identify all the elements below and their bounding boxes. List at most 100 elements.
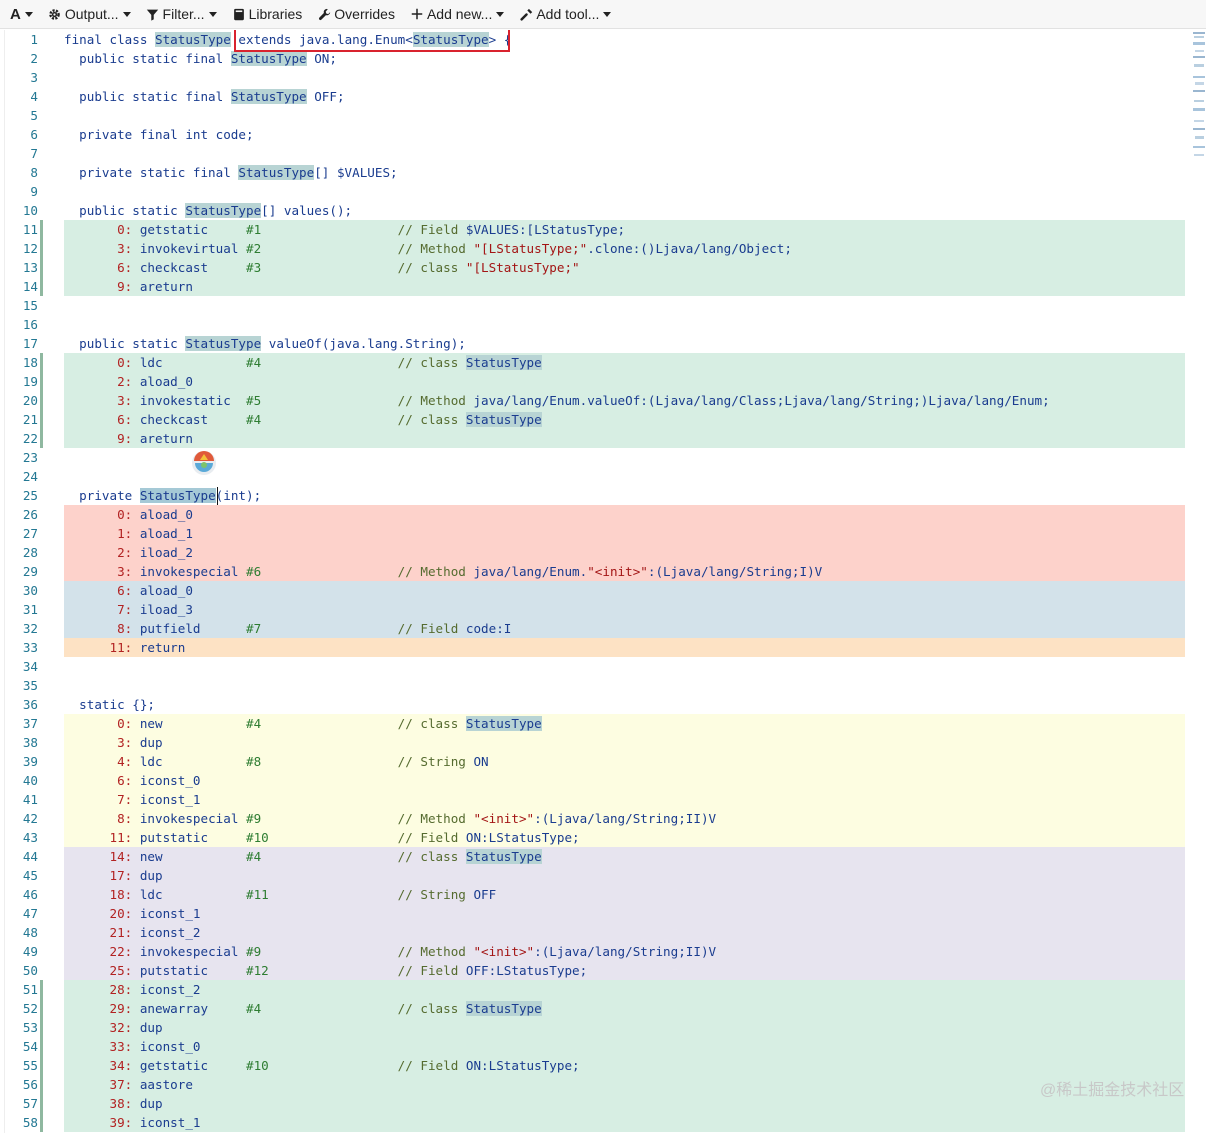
code-token: iconst_0 <box>139 1039 201 1054</box>
code-token: ldc <box>139 754 246 769</box>
code-text: 3: invokevirtual #2 // Method "[LStatusT… <box>64 239 792 258</box>
gutter-marker <box>40 1113 43 1132</box>
code-line: 38 3: dup <box>0 733 1190 752</box>
filter-menu-button[interactable]: Filter... <box>146 6 217 22</box>
line-number: 24 <box>22 469 38 484</box>
code-line: 43 11: putstatic #10 // Field ON:LStatus… <box>0 828 1190 847</box>
output-menu-button[interactable]: Output... <box>48 6 131 22</box>
line-number: 25 <box>22 488 38 503</box>
code-token: // class <box>397 412 466 427</box>
code-text: 11: putstatic #10 // Field ON:LStatusTyp… <box>64 828 579 847</box>
code-token: // Field <box>397 621 466 636</box>
code-token: invokespecial <box>139 811 246 826</box>
code-token: #4 <box>245 849 269 864</box>
font-menu-button[interactable]: A <box>10 6 33 23</box>
code-editor[interactable]: 1 final class StatusType extends java.lan… <box>0 30 1206 1133</box>
code-text: 3: invokespecial #6 // Method java/lang/… <box>64 562 822 581</box>
code-token: iconst_1 <box>139 1115 201 1130</box>
text-cursor <box>217 487 218 505</box>
code-text: 3: invokestatic #5 // Method java/lang/E… <box>64 391 1050 410</box>
code-line: 58 39: iconst_1 <box>0 1113 1190 1132</box>
line-number: 28 <box>22 545 38 560</box>
line-number: 26 <box>22 507 38 522</box>
code-token: return <box>139 640 186 655</box>
code-token: public static <box>64 336 186 351</box>
code-line: 1 final class StatusType extends java.lan… <box>0 30 1190 49</box>
code-token: dup <box>139 735 163 750</box>
line-number: 7 <box>30 146 38 161</box>
gutter-marker <box>40 277 43 296</box>
code-text: 3: dup <box>64 733 163 752</box>
code-token: 21: <box>64 925 140 940</box>
line-highlight <box>64 638 1185 657</box>
line-number: 6 <box>30 127 38 142</box>
code-text: 9: areturn <box>64 277 193 296</box>
code-text: 0: ldc #4 // class StatusType <box>64 353 542 372</box>
code-token: iload_3 <box>139 602 193 617</box>
code-token: 9: <box>64 431 140 446</box>
minimap[interactable] <box>1192 30 1206 160</box>
gear-icon <box>48 7 62 21</box>
code-line: 54 33: iconst_0 <box>0 1037 1190 1056</box>
add-tool-menu-button[interactable]: Add tool... <box>519 6 612 22</box>
line-number: 32 <box>22 621 38 636</box>
code-line: 21 6: checkcast #4 // class StatusType <box>0 410 1190 429</box>
code-token: [] $VALUES; <box>314 165 398 180</box>
code-token: // Method <box>397 811 474 826</box>
line-highlight <box>64 505 1185 524</box>
line-number: 21 <box>22 412 38 427</box>
code-token: 4: <box>64 754 140 769</box>
gutter-marker <box>40 410 43 429</box>
gutter-marker <box>40 1094 43 1113</box>
code-token: .clone:()Ljava/lang/Object; <box>587 241 792 256</box>
plus-icon <box>410 7 424 21</box>
overrides-button[interactable]: Overrides <box>317 6 395 22</box>
code-text: 0: getstatic #1 // Field $VALUES:[LStatu… <box>64 220 625 239</box>
code-token: aload_0 <box>139 374 193 389</box>
font-icon: A <box>10 5 21 23</box>
code-token: final class <box>64 32 155 47</box>
code-token: ON <box>473 754 489 769</box>
code-token: StatusType <box>238 165 315 180</box>
code-token: // Method <box>397 241 474 256</box>
line-highlight <box>64 543 1185 562</box>
code-token: public static final <box>64 51 231 66</box>
code-text: public static StatusType valueOf(java.la… <box>64 334 466 353</box>
code-token: // class <box>397 260 466 275</box>
line-number: 53 <box>22 1020 38 1035</box>
code-text: 37: aastore <box>64 1075 192 1094</box>
code-text: 11: return <box>64 638 185 657</box>
add-new-menu-button[interactable]: Add new... <box>410 6 505 22</box>
code-token: java/lang/Enum. <box>473 564 588 579</box>
code-text: 39: iconst_1 <box>64 1113 201 1132</box>
output-label: Output... <box>64 6 119 22</box>
line-number: 37 <box>22 716 38 731</box>
line-highlight <box>64 372 1185 391</box>
line-number: 35 <box>22 678 38 693</box>
code-token: private <box>64 488 140 503</box>
caret-down-icon <box>122 12 131 17</box>
code-token: anewarray <box>139 1001 246 1016</box>
line-highlight <box>64 923 1185 942</box>
libraries-button[interactable]: Libraries <box>232 6 302 22</box>
code-line: 36 static {}; <box>0 695 1190 714</box>
code-token: java/lang/Enum.valueOf:(Ljava/lang/Class… <box>473 393 1050 408</box>
code-token: 18: <box>64 887 140 902</box>
code-line: 28 2: iload_2 <box>0 543 1190 562</box>
line-number: 49 <box>22 944 38 959</box>
code-token: 1: <box>64 526 140 541</box>
line-highlight <box>64 581 1185 600</box>
caret-down-icon <box>208 12 217 17</box>
line-highlight <box>64 980 1185 999</box>
code-token: 32: <box>64 1020 140 1035</box>
code-line: 6 private final int code; <box>0 125 1190 144</box>
code-token: StatusType <box>230 89 307 104</box>
line-number: 31 <box>22 602 38 617</box>
code-token: 37: <box>64 1077 140 1092</box>
code-token: #10 <box>245 830 269 845</box>
code-token: 11: <box>64 830 140 845</box>
code-line: 30 6: aload_0 <box>0 581 1190 600</box>
